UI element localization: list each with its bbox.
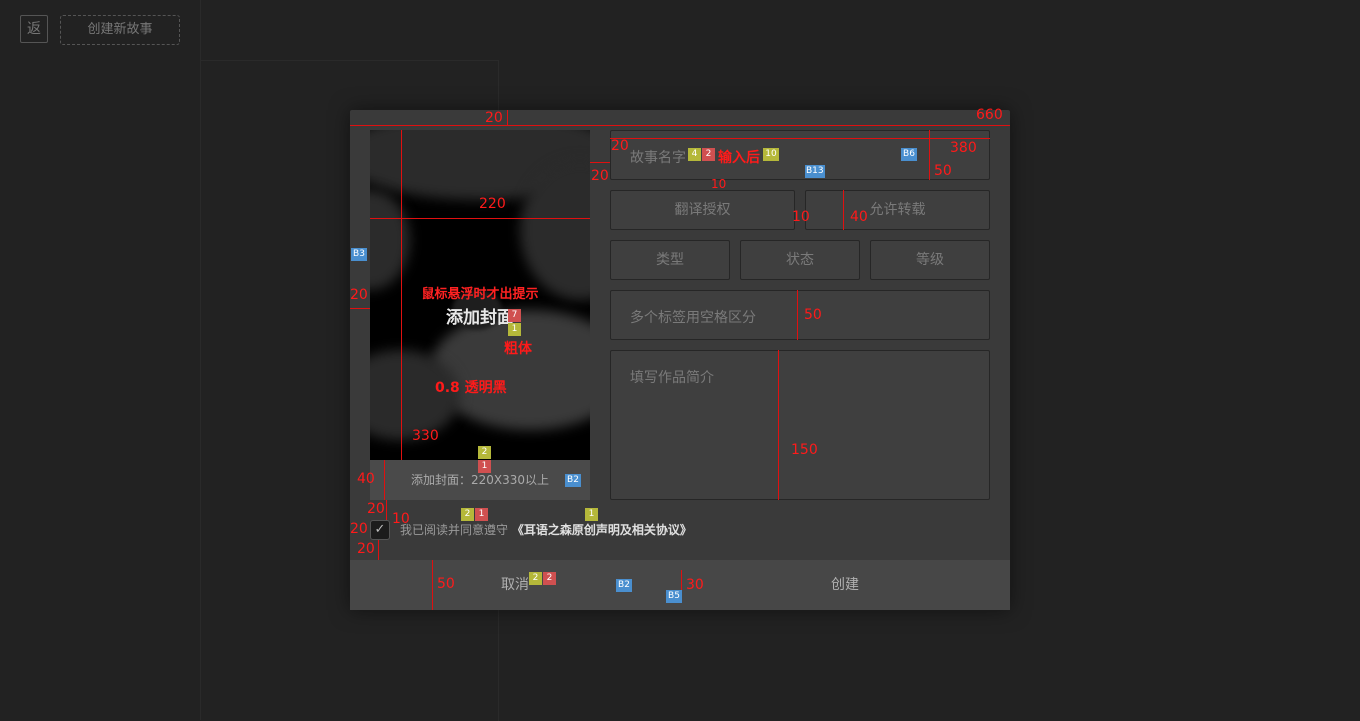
background-sidebar (0, 0, 201, 720)
allow-repost-button[interactable]: 允许转载 (805, 190, 990, 230)
annotation-btn-gap: 10 (792, 209, 810, 225)
cover-hover-hint: 鼠标悬浮时才出提示 (421, 287, 539, 302)
annotation-check-gap-10: 10 (392, 511, 410, 527)
intro-textarea[interactable]: 填写作品简介 (610, 350, 990, 500)
annotation-top-margin: 20 (485, 110, 503, 126)
annotation-footer-gap-30: 30 (686, 577, 704, 593)
agree-label: 我已阅读并同意遵守 (400, 523, 509, 537)
agree-text: 我已阅读并同意遵守 《耳语之森原创声明及相关协议》 (400, 521, 692, 538)
annotation-badge: 2 (529, 572, 542, 585)
annotation-badge: B3 (351, 248, 367, 261)
annotation-badge: 1 (508, 323, 521, 336)
annotation-after-input: 输入后 (718, 150, 760, 166)
annotation-check-gap-top: 20 (367, 501, 385, 517)
agreement-link[interactable]: 《耳语之森原创声明及相关协议》 (512, 523, 692, 537)
level-select[interactable]: 等级 (870, 240, 990, 280)
annotation-field-width: 380 (950, 140, 977, 156)
annotation-intro-height: 150 (791, 442, 818, 458)
tags-placeholder: 多个标签用空格区分 (630, 310, 756, 326)
tags-input[interactable]: 多个标签用空格区分 (610, 290, 990, 340)
annotation-badge: B5 (666, 590, 682, 603)
annotation-gap-20-left: 20 (591, 168, 609, 184)
annotation-line (384, 460, 385, 500)
annotation-field-height: 50 (934, 163, 952, 179)
annotation-line (350, 125, 1010, 126)
annotation-badge: 1 (585, 508, 598, 521)
annotation-badge: 2 (461, 508, 474, 521)
annotation-line (386, 500, 387, 520)
annotation-cover-width: 220 (479, 196, 506, 212)
annotation-tags-height: 50 (804, 307, 822, 323)
annotation-footer-height-50: 50 (437, 576, 455, 592)
annotation-badge: 2 (702, 148, 715, 161)
annotation-check-gap-left: 20 (350, 521, 368, 537)
annotation-line (610, 138, 990, 139)
annotation-line (507, 110, 508, 126)
annotation-line (590, 162, 610, 163)
annotation-gap-10: 10 (711, 177, 727, 191)
annotation-badge: B2 (565, 474, 581, 487)
annotation-badge: 10 (763, 148, 779, 161)
create-button[interactable]: 创建 (680, 560, 1010, 610)
agree-checkbox[interactable]: ✓ (370, 520, 390, 540)
annotation-badge: 1 (478, 460, 491, 473)
annotation-line (350, 308, 370, 309)
annotation-line (378, 540, 379, 560)
annotation-line (401, 130, 402, 460)
back-button[interactable]: 返 (20, 15, 48, 43)
annotation-line (843, 190, 844, 230)
status-select[interactable]: 状态 (740, 240, 860, 280)
annotation-badge: 4 (688, 148, 701, 161)
type-select[interactable]: 类型 (610, 240, 730, 280)
annotation-opacity-note: 0.8 透明黑 (435, 380, 507, 396)
annotation-badge: 2 (478, 446, 491, 459)
annotation-check-gap-bottom: 20 (357, 541, 375, 557)
annotation-badge: 2 (543, 572, 556, 585)
create-new-story-button[interactable]: 创建新故事 (60, 15, 180, 45)
story-name-placeholder: 故事名字 (630, 150, 686, 166)
intro-placeholder: 填写作品简介 (630, 370, 714, 386)
annotation-badge: 1 (475, 508, 488, 521)
annotation-line (432, 560, 433, 610)
annotation-dialog-width: 660 (976, 107, 1003, 123)
annotation-badge: 7 (508, 309, 521, 322)
annotation-badge: B2 (616, 579, 632, 592)
annotation-btn-height: 40 (850, 209, 868, 225)
annotation-line (929, 130, 930, 180)
annotation-line (370, 218, 590, 219)
annotation-left-margin: 20 (350, 287, 368, 303)
annotation-bold-note: 粗体 (504, 341, 532, 357)
annotation-cover-height: 330 (412, 428, 439, 444)
annotation-line (797, 290, 798, 340)
annotation-badge: B6 (901, 148, 917, 161)
add-cover-label: 添加封面 (446, 308, 514, 328)
translation-auth-button[interactable]: 翻译授权 (610, 190, 795, 230)
annotation-badge: B13 (805, 165, 825, 178)
annotation-footer-height: 40 (357, 471, 375, 487)
annotation-gap-20-top: 20 (611, 138, 629, 154)
annotation-line (778, 350, 779, 500)
cover-upload-area[interactable]: 鼠标悬浮时才出提示 添加封面 (370, 130, 590, 460)
create-story-dialog: 鼠标悬浮时才出提示 添加封面 添加封面：220X330以上 故事名字 翻译授权 … (350, 110, 1010, 610)
